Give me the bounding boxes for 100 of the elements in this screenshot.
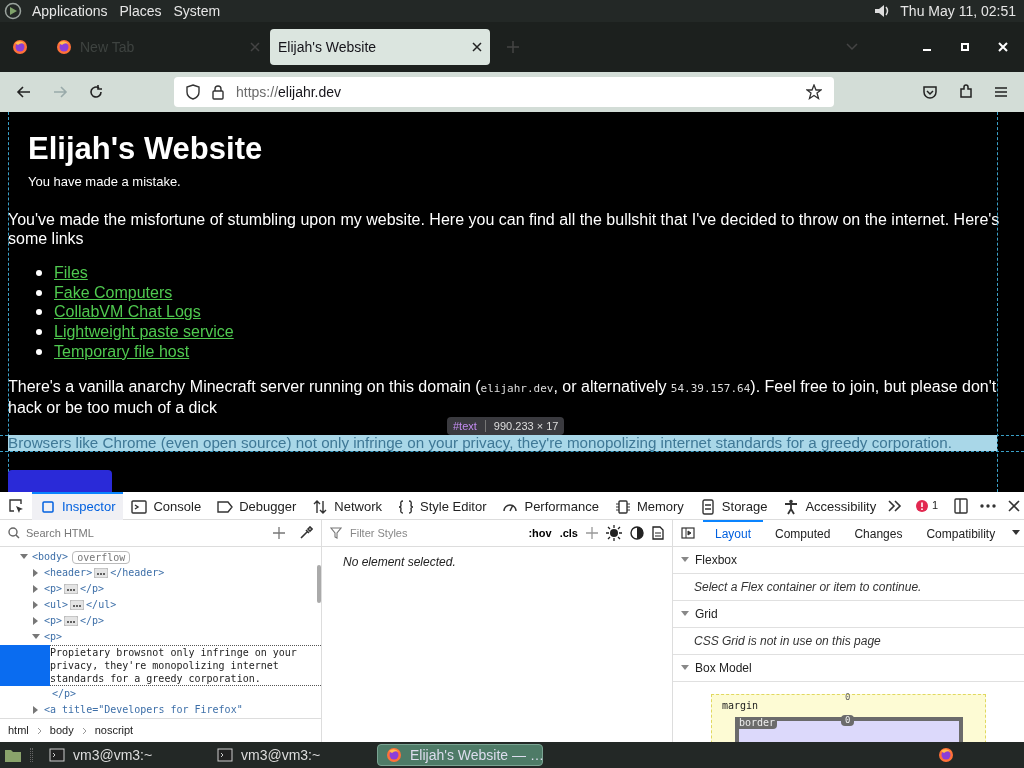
highlighted-text: Browsers like Chrome (even open source) not only infringe on your privacy, they're monopolizing internet standards for a greedy corporation. [8, 435, 997, 451]
bullet-icon [36, 289, 42, 296]
collapsed-triangle-icon[interactable] [32, 585, 40, 593]
html-tag[interactable]: <p> [44, 613, 63, 629]
html-tag[interactable]: <ul> [44, 597, 69, 613]
devtools-tab[interactable]: Memory [606, 491, 692, 520]
border-label: border [737, 717, 778, 729]
devtools-tab[interactable]: Storage [691, 491, 776, 520]
firefox-icon[interactable] [12, 39, 28, 55]
taskbar-button[interactable]: vm3@vm3:~ [41, 744, 209, 766]
search-icon [8, 527, 20, 539]
expanded-triangle-icon[interactable] [20, 553, 28, 561]
html-tag: </p> [80, 581, 105, 597]
reload-icon[interactable] [88, 84, 104, 100]
contrast-icon[interactable] [630, 526, 644, 540]
file-manager-icon[interactable] [4, 747, 22, 763]
search-field[interactable]: Search HTML [26, 524, 259, 542]
terminal-icon [217, 748, 233, 762]
document-icon[interactable] [652, 526, 664, 540]
bullet-icon [36, 309, 42, 316]
sidebar-tab[interactable]: Changes [842, 520, 915, 547]
intro-paragraph: You've made the misfortune of stumbling upon my website. Here you can find all the bullshit that I've decided to throw on the internet. Here's some links [8, 209, 1001, 248]
breadcrumb[interactable]: noscript [94, 722, 134, 739]
section-header[interactable]: Flexbox [673, 547, 1024, 574]
address-bar[interactable]: https://elijahr.dev [174, 77, 834, 107]
devtools-tab[interactable]: Inspector [32, 491, 124, 520]
devtools-tab[interactable]: Network [304, 491, 390, 520]
scrollbar-thumb[interactable] [317, 565, 321, 603]
html-tag[interactable]: <body> [32, 549, 69, 565]
overflow-badge: overflow [72, 550, 131, 564]
ellipsis-icon[interactable] [64, 616, 79, 626]
text-node[interactable]: Propietary browsnot only infringe on your privacy, they're monopolizing internet standards for a greedy corporation. [50, 645, 321, 686]
double-chevron-icon[interactable] [888, 499, 903, 512]
close-icon[interactable] [472, 42, 482, 52]
dropdown-arrow-icon[interactable] [1012, 530, 1020, 536]
html-tag: </header> [110, 565, 165, 581]
clock: Thu May 11, 02:51 [900, 1, 1017, 21]
bullet-icon [36, 270, 42, 277]
maximize-icon[interactable] [960, 42, 970, 52]
html-tag[interactable]: <p> [44, 629, 63, 645]
devtools-tab[interactable]: Debugger [209, 491, 305, 520]
menu-item[interactable]: Applications [30, 0, 110, 22]
person-icon [783, 498, 800, 515]
plus-icon[interactable] [273, 527, 285, 539]
firefox-icon[interactable] [938, 747, 954, 763]
filter-field[interactable]: Filter Styles [350, 524, 521, 542]
sidebar-tab[interactable]: Computed [763, 520, 843, 547]
menu-item[interactable]: System [171, 0, 223, 22]
back-arrow-icon[interactable] [16, 84, 32, 100]
server-paragraph: There's a vanilla anarchy Minecraft server running on this domain (elijahr.dev, or alternatively 54.39.157.64). Feel free to join, but please don't hack or be too much of a dick [8, 377, 998, 418]
plus-icon[interactable] [586, 527, 598, 539]
firefox-icon [386, 747, 402, 763]
menu-icon[interactable] [994, 85, 1008, 99]
section-header[interactable]: Box Model [673, 655, 1024, 682]
html-tag[interactable]: <header> [44, 565, 93, 581]
devtools-tab[interactable]: Console [123, 491, 210, 520]
hover-toggle[interactable]: :hov [528, 524, 552, 542]
ellipsis-icon[interactable] [70, 600, 85, 610]
class-toggle[interactable]: .cls [559, 524, 578, 542]
star-icon[interactable] [806, 84, 822, 100]
devtools-tab[interactable]: Accessibility [775, 491, 885, 520]
chevron-right-icon [81, 726, 87, 735]
bullet-icon [36, 329, 42, 336]
sidebar-tab[interactable]: Compatibility [914, 520, 1008, 547]
console-icon [131, 498, 148, 515]
margin-label: margin [722, 699, 759, 713]
element-picker-icon[interactable] [8, 497, 24, 514]
taskbar-button[interactable]: Elijah's Website — … [377, 744, 543, 766]
eyedropper-icon[interactable] [299, 526, 313, 540]
bullet-icon [36, 348, 42, 355]
html-tag: </ul> [86, 597, 117, 613]
breadcrumb[interactable]: html [8, 722, 29, 739]
responsive-design-icon[interactable] [954, 497, 968, 514]
html-tag: </p> [52, 688, 77, 699]
node-tooltip: #text 990.233 × 17 [447, 417, 565, 435]
breadcrumb[interactable]: body [49, 722, 74, 739]
browser-tab[interactable]: Elijah's Website [270, 29, 490, 65]
close-icon[interactable] [1008, 499, 1020, 512]
sun-icon[interactable] [606, 525, 622, 541]
section-header[interactable]: Grid [673, 601, 1024, 628]
ellipsis-icon[interactable] [94, 568, 109, 578]
html-tag[interactable]: <a title="Developers for Firefox" [44, 702, 243, 718]
collapsed-triangle-icon[interactable] [32, 706, 40, 714]
sidebar-toggle-icon[interactable] [681, 527, 695, 539]
distro-logo-icon[interactable] [4, 2, 22, 20]
html-tag[interactable]: <p> [44, 581, 63, 597]
devtools-tab[interactable]: Performance [494, 491, 607, 520]
devtools-tab[interactable]: Style Editor [390, 491, 495, 520]
more-options-icon[interactable] [980, 503, 996, 508]
pocket-icon[interactable] [922, 84, 938, 100]
taskbar-button[interactable]: vm3@vm3:~ [209, 744, 377, 766]
margin-value: 0 [845, 691, 851, 704]
error-icon[interactable] [915, 499, 928, 512]
expanded-triangle-icon[interactable] [32, 633, 40, 641]
collapsed-triangle-icon[interactable] [32, 569, 40, 577]
ellipsis-icon[interactable] [64, 584, 79, 594]
collapsed-triangle-icon[interactable] [32, 601, 40, 609]
menu-item[interactable]: Places [117, 0, 164, 22]
expanded-triangle-icon [681, 664, 689, 672]
collapsed-triangle-icon[interactable] [32, 617, 40, 625]
